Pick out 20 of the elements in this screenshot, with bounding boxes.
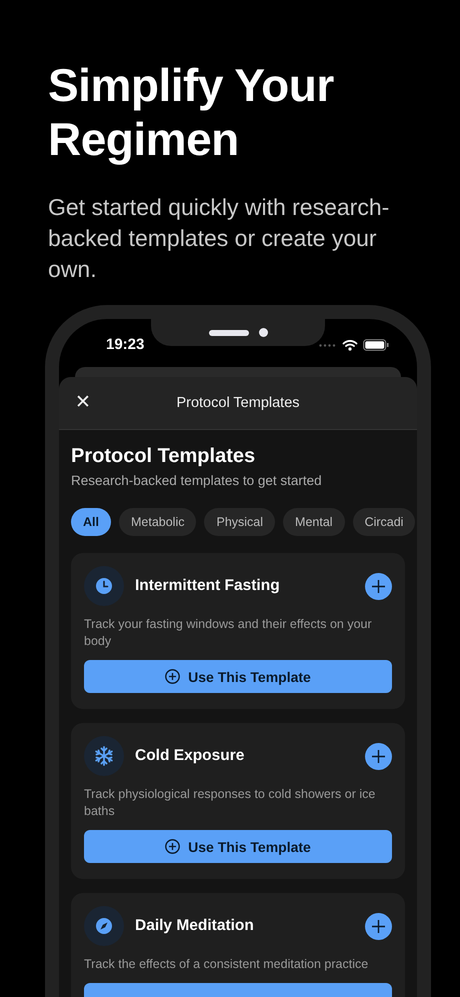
filter-chip[interactable]: Mental bbox=[283, 508, 345, 536]
hero-title: Simplify Your Regimen bbox=[48, 58, 335, 166]
filter-chip[interactable]: Circadi bbox=[352, 508, 416, 536]
template-title: Intermittent Fasting bbox=[135, 577, 281, 595]
page-subtitle: Research-backed templates to get started bbox=[71, 473, 323, 488]
filter-chip[interactable]: Physical bbox=[204, 508, 276, 536]
filter-chip[interactable]: All bbox=[71, 508, 111, 536]
template-title: Daily Meditation bbox=[135, 917, 255, 935]
template-title: Cold Exposure bbox=[135, 747, 246, 765]
filter-chip[interactable]: Metabolic bbox=[118, 508, 196, 536]
template-description: Track your fasting windows and their effects on your body bbox=[84, 616, 373, 650]
status-time: 19:23 bbox=[106, 336, 144, 353]
close-button[interactable]: ✕ bbox=[75, 391, 91, 413]
hero-subtitle: Get started quickly with research-backed templates or create your own. bbox=[48, 193, 390, 284]
sheet-title: Protocol Templates bbox=[176, 395, 300, 411]
page-title: Protocol Templates bbox=[71, 445, 256, 468]
use-template-button[interactable]: Use This Template bbox=[84, 660, 392, 693]
template-description: Track physiological responses to cold showers or ice baths bbox=[84, 786, 376, 820]
template-description: Track the effects of a consistent meditation practice bbox=[84, 956, 370, 973]
use-template-button[interactable]: Use This Template bbox=[84, 830, 392, 863]
